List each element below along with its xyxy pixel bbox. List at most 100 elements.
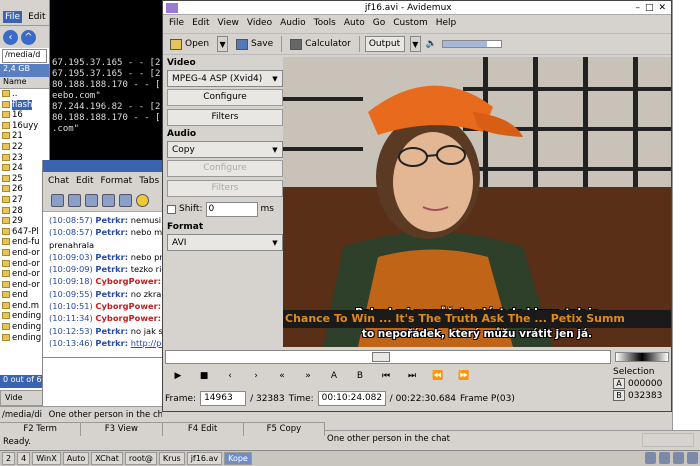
audio-codec-select[interactable]: Copy ▼ — [167, 141, 283, 158]
taskbar-item[interactable]: XChat — [91, 452, 123, 465]
menu-go[interactable]: Go — [373, 18, 385, 28]
f3-view-button[interactable]: F3 View — [81, 423, 163, 436]
menu-chat-edit[interactable]: Edit — [76, 176, 93, 186]
menu-chat[interactable]: Chat — [48, 176, 69, 186]
tray-icon[interactable] — [645, 452, 656, 464]
smiley-icon[interactable] — [136, 194, 149, 207]
f2-term-button[interactable]: F2 Term — [0, 423, 82, 436]
taskbar-item[interactable]: Krus — [158, 452, 185, 465]
menu-edit[interactable]: Edit — [26, 11, 47, 23]
go-start-icon[interactable]: ⏪ — [431, 371, 445, 381]
close-button[interactable]: ✕ — [658, 3, 666, 13]
speaker-icon: 🔈 — [425, 39, 438, 49]
video-configure-button[interactable]: Configure — [167, 89, 283, 106]
video-codec-select[interactable]: MPEG-4 ASP (Xvid4) ▼ — [167, 70, 283, 87]
minimize-button[interactable]: – — [635, 3, 640, 13]
audio-section-label: Audio — [167, 129, 197, 139]
frame-input[interactable]: 14963 — [200, 391, 247, 406]
file-name: flash — [12, 99, 33, 110]
back-arrow-icon[interactable]: ‹ — [3, 29, 18, 45]
stop-icon[interactable]: ■ — [197, 371, 211, 381]
terminal-window: 67.195.37.165 - - [2 67.195.37.165 - - [2… — [50, 0, 162, 160]
file-list-item[interactable]: 16uyy — [0, 121, 49, 132]
format-select[interactable]: AVI ▼ — [167, 234, 283, 251]
message-nick: Petrkr: — [95, 325, 129, 336]
fast-forward-icon[interactable]: » — [301, 371, 315, 381]
folder-icon — [2, 259, 10, 267]
file-list-item[interactable]: 16 — [0, 110, 49, 121]
file-list-item[interactable]: 22 — [0, 142, 49, 153]
tray-icon[interactable] — [659, 452, 670, 464]
up-arrow-icon[interactable]: ^ — [21, 29, 36, 45]
save-button[interactable]: Save — [233, 38, 276, 51]
taskbar-item[interactable]: Auto — [62, 452, 90, 465]
menu-tabs[interactable]: Tabs — [139, 176, 159, 186]
menu-view[interactable]: View — [218, 18, 239, 28]
file-name: 25 — [12, 173, 23, 184]
output-dropdown-button[interactable]: ▼ — [409, 36, 421, 52]
file-list-item[interactable]: flash — [0, 99, 49, 111]
seek-handle[interactable] — [372, 352, 391, 362]
taskbar-item[interactable]: 2 — [2, 452, 16, 465]
calculator-button[interactable]: Calculator — [287, 38, 354, 51]
folder-icon — [2, 238, 10, 246]
set-marker-b-icon[interactable]: B — [353, 371, 367, 381]
go-end-icon[interactable]: ⏩ — [457, 371, 471, 381]
taskbar-item[interactable]: root@ — [124, 452, 157, 465]
folder-icon — [2, 248, 10, 256]
chat-message: (10:08:57) Petrkr: nebo mu — [49, 226, 167, 238]
taskbar-item[interactable]: WinX — [32, 452, 61, 465]
set-marker-a-icon[interactable]: A — [327, 371, 341, 381]
print-icon[interactable] — [68, 194, 81, 207]
marker-a-button[interactable]: A — [613, 378, 625, 389]
maximize-button[interactable]: □ — [645, 3, 654, 13]
taskbar-item[interactable]: 4 — [17, 452, 31, 465]
chat-input[interactable] — [43, 357, 163, 405]
output-combo[interactable]: Output — [364, 36, 405, 52]
chat-message: (10:13:46) Petrkr: http://pe — [49, 337, 167, 349]
volume-slider[interactable] — [442, 40, 503, 48]
tray-icon[interactable] — [673, 452, 684, 464]
copy-icon[interactable] — [102, 194, 115, 207]
taskbar-item[interactable]: jf16.av — [186, 452, 223, 465]
menu-tools[interactable]: Tools — [314, 18, 336, 28]
column-header-name[interactable]: Name — [0, 77, 49, 89]
play-icon[interactable]: ▶ — [171, 371, 185, 381]
open-dropdown-button[interactable]: ▼ — [217, 36, 229, 52]
file-name: ending — [12, 332, 42, 343]
prev-frame-icon[interactable]: ‹ — [223, 371, 237, 381]
tray-icon[interactable] — [687, 452, 698, 464]
menu-help[interactable]: Help — [436, 18, 457, 28]
shift-checkbox[interactable] — [167, 204, 176, 214]
audio-filters-button: Filters — [167, 180, 283, 197]
f4-edit-button[interactable]: F4 Edit — [163, 423, 244, 436]
skip-back-icon[interactable]: ⏮ — [379, 371, 393, 381]
shift-spinbox[interactable]: 0 — [205, 201, 258, 217]
f5-copy-button[interactable]: F5 Copy — [244, 423, 325, 436]
taskbar-item[interactable]: Kope — [224, 452, 252, 465]
skip-forward-icon[interactable]: ⏭ — [405, 371, 419, 381]
file-list-item[interactable]: 21 — [0, 131, 49, 142]
menu-file[interactable]: File — [3, 11, 23, 23]
menu-custom[interactable]: Custom — [393, 18, 427, 28]
menu-video[interactable]: Video — [247, 18, 272, 28]
paste-icon[interactable] — [119, 194, 132, 207]
rewind-icon[interactable]: « — [275, 371, 289, 381]
save-icon[interactable] — [51, 194, 64, 207]
time-input[interactable]: 00:10:24.082 — [317, 391, 386, 406]
marker-b-button[interactable]: B — [613, 390, 625, 401]
menu-format[interactable]: Format — [100, 176, 132, 186]
file-manager-menubar: File Edit — [0, 0, 49, 26]
menu-file[interactable]: File — [169, 18, 184, 28]
next-frame-icon[interactable]: › — [249, 371, 263, 381]
seek-bar[interactable] — [165, 350, 611, 364]
cut-icon[interactable] — [85, 194, 98, 207]
video-filters-button[interactable]: Filters — [167, 109, 283, 126]
shift-label: Shift: — [179, 204, 203, 214]
open-button[interactable]: Open — [167, 38, 212, 51]
menu-audio[interactable]: Audio — [280, 18, 306, 28]
menu-edit[interactable]: Edit — [192, 18, 209, 28]
path-field[interactable]: /media/d — [2, 49, 47, 63]
file-list-item[interactable]: .. — [0, 89, 49, 100]
menu-auto[interactable]: Auto — [344, 18, 365, 28]
